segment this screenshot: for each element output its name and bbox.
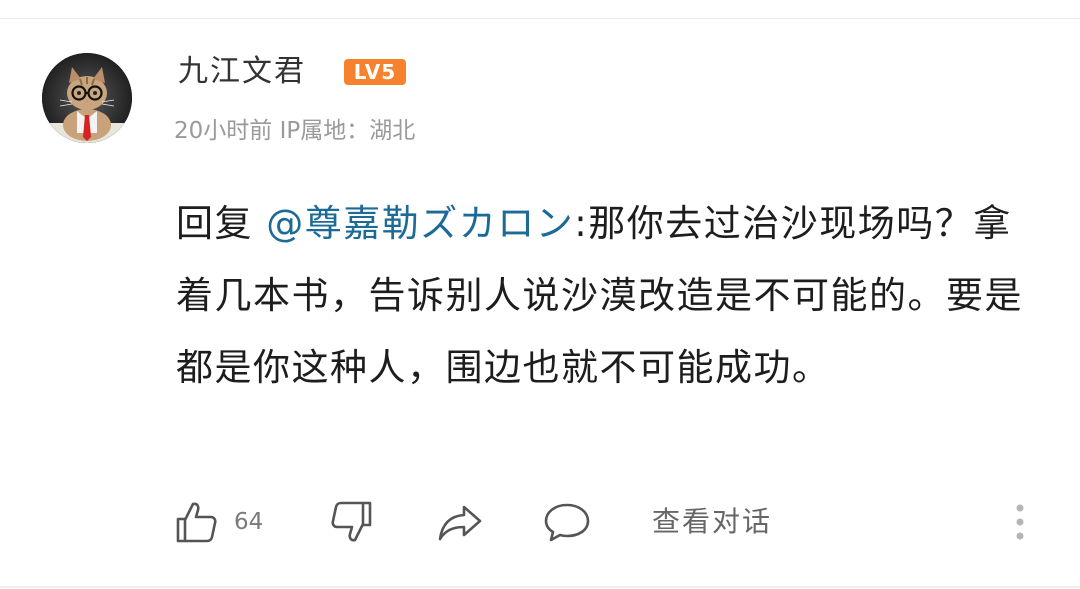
like-button[interactable]: 64 xyxy=(174,494,263,550)
share-arrow-icon xyxy=(438,505,482,541)
dislike-button[interactable] xyxy=(328,494,374,550)
comment-body: 回复 @尊嘉勒ズカロン:那你去过治沙现场吗？拿着几本书，告诉别人说沙漠改造是不可… xyxy=(176,188,1036,404)
level-badge: LV5 xyxy=(344,59,406,85)
comment-meta: 20小时前 IP属地：湖北 xyxy=(174,115,415,147)
reply-prefix: 回复 xyxy=(176,202,267,245)
view-conversation-link[interactable]: 查看对话 xyxy=(652,494,772,550)
share-button[interactable] xyxy=(436,494,484,550)
cat-with-glasses-avatar-icon xyxy=(42,53,132,143)
thumbs-up-icon xyxy=(176,502,217,543)
action-bar: 64 查看对话 xyxy=(0,494,1080,550)
more-options-button[interactable] xyxy=(1008,502,1032,542)
thumbs-down-icon xyxy=(331,501,372,542)
top-divider xyxy=(0,18,1080,19)
avatar[interactable] xyxy=(42,53,132,143)
speech-bubble-icon xyxy=(544,503,590,542)
mention-link[interactable]: @尊嘉勒ズカロン xyxy=(266,202,574,245)
reply-button[interactable] xyxy=(542,494,592,550)
username[interactable]: 九江文君 xyxy=(178,52,306,92)
ip-location: IP属地：湖北 xyxy=(279,118,416,144)
more-vertical-icon xyxy=(1016,504,1024,540)
like-count: 64 xyxy=(234,509,264,535)
comment-time: 20小时前 xyxy=(174,118,273,144)
bottom-divider xyxy=(0,586,1080,588)
